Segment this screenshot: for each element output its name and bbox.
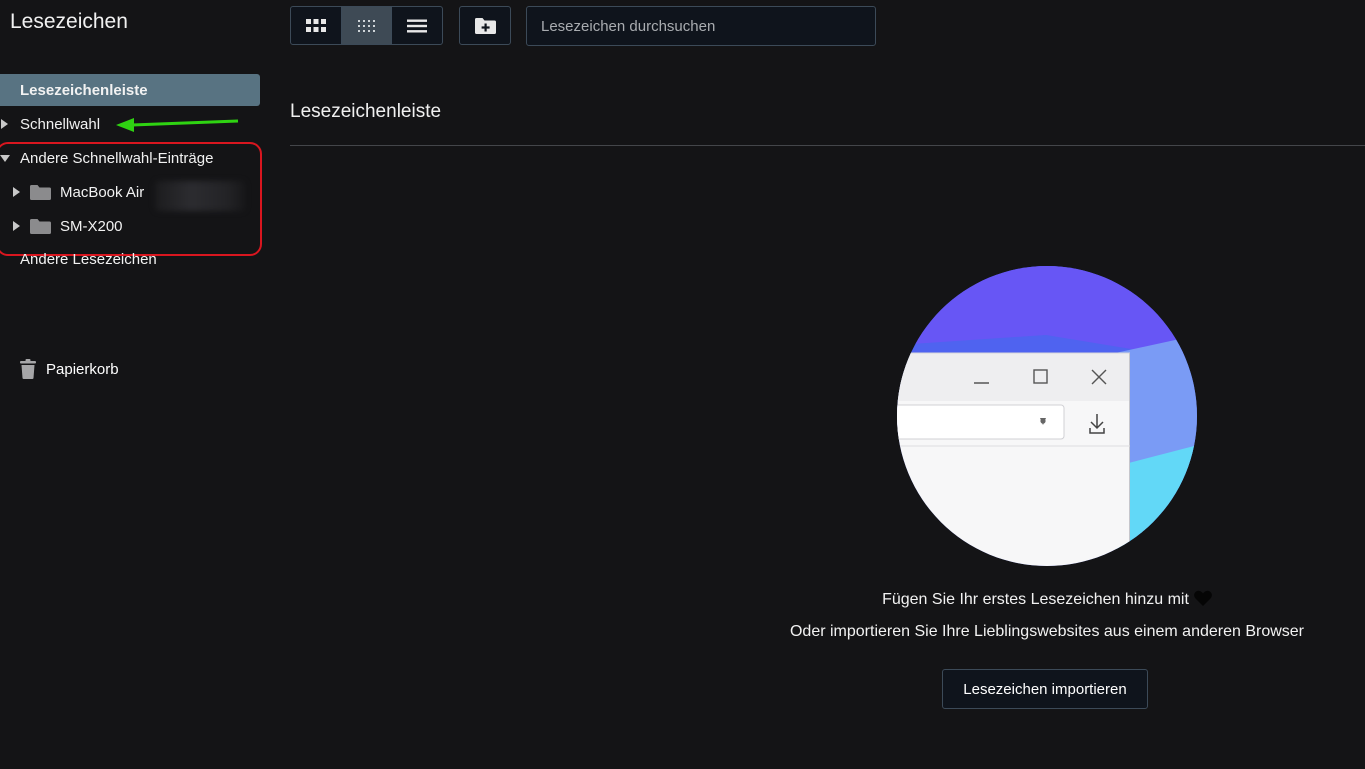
sidebar-item-papierkorb[interactable]: Papierkorb	[20, 355, 119, 383]
list-view-button[interactable]	[391, 7, 442, 44]
large-grid-icon	[305, 18, 326, 32]
page-title: Lesezeichenleiste	[290, 101, 442, 122]
collapse-arrow-icon[interactable]	[0, 154, 10, 162]
sidebar-item-label: Schnellwahl	[20, 115, 101, 133]
trash-icon	[20, 359, 36, 379]
new-folder-button[interactable]	[459, 6, 511, 45]
search-input[interactable]	[526, 6, 876, 46]
small-grid-view-button[interactable]	[340, 7, 392, 44]
empty-state-message: Fügen Sie Ihr erstes Lesezeichen hinzu m…	[700, 590, 1365, 609]
app-title: Lesezeichen	[10, 10, 128, 33]
folder-icon	[30, 218, 51, 234]
small-grid-icon	[357, 19, 375, 32]
sidebar-item-label: Andere Lesezeichen	[20, 250, 157, 268]
sidebar-item-andere-schnellwahl[interactable]: Andere Schnellwahl-Einträge	[0, 142, 260, 174]
new-folder-icon	[474, 17, 496, 34]
trash-label: Papierkorb	[46, 360, 119, 378]
expand-arrow-icon[interactable]	[13, 221, 20, 231]
sidebar-item-label: SM-X200	[60, 217, 123, 235]
import-bookmarks-button[interactable]: Lesezeichen importieren	[942, 669, 1148, 709]
annotation-arrow	[116, 118, 239, 132]
sidebar-item-label: Andere Schnellwahl-Einträge	[20, 149, 214, 167]
heart-icon	[1194, 590, 1212, 606]
list-icon	[407, 19, 428, 32]
sidebar-item-sm-x200[interactable]: SM-X200	[0, 210, 260, 242]
redacted-text-blur	[155, 181, 245, 211]
sidebar-item-lesezeichenleiste[interactable]: Lesezeichenleiste	[0, 74, 260, 106]
folder-icon	[30, 184, 51, 200]
import-hint-text: Oder importieren Sie Ihre Lieblingswebsi…	[789, 623, 1305, 640]
view-mode-group	[290, 6, 443, 45]
empty-state-text: Fügen Sie Ihr erstes Lesezeichen hinzu m…	[882, 591, 1189, 608]
expand-arrow-icon[interactable]	[13, 187, 20, 197]
divider	[290, 145, 1365, 146]
empty-state-illustration	[897, 266, 1197, 566]
sidebar-item-andere-lesezeichen[interactable]: Andere Lesezeichen	[0, 243, 260, 275]
sidebar-item-label: MacBook Air	[60, 183, 145, 201]
sidebar-item-label: Lesezeichenleiste	[20, 81, 148, 99]
expand-arrow-icon[interactable]	[1, 119, 8, 129]
large-grid-view-button[interactable]	[291, 7, 341, 44]
